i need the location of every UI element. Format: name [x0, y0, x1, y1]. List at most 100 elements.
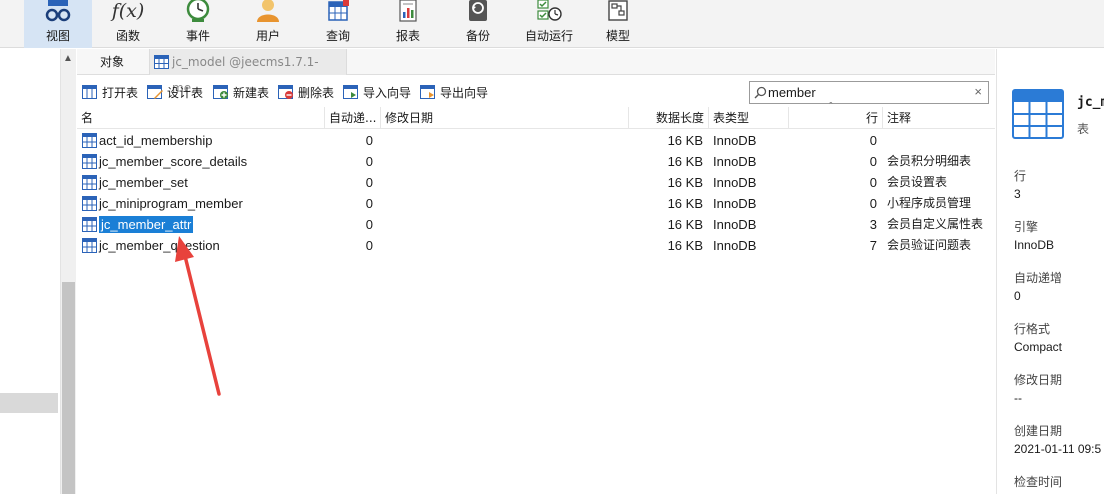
new-table-button[interactable]: 新建表 [213, 84, 269, 102]
column-header-modified-date[interactable]: 修改日期 [381, 107, 629, 129]
info-object-kind: 表 [1077, 122, 1090, 136]
open-table-label: 打开表 [102, 86, 139, 100]
table-row[interactable]: jc_member_attr 0 16 KB InnoDB 3 会员自定义属性表 [77, 214, 995, 235]
ribbon-report-label: 报表 [395, 29, 420, 43]
table-icon [154, 55, 169, 69]
function-icon: f(x) [108, 0, 148, 22]
row-auto-increment: 0 [365, 175, 373, 190]
table-row-icon [82, 154, 97, 169]
row-data-length: 16 KB [667, 238, 703, 253]
row-data-length: 16 KB [667, 133, 703, 148]
navigation-scrollbar[interactable]: ▲ [60, 49, 76, 494]
navigation-selected-item[interactable] [0, 393, 58, 413]
scroll-up-icon[interactable]: ▲ [63, 53, 73, 64]
table-row-icon [82, 238, 97, 253]
object-info-pane: jc_m 表 行 3 引擎 InnoDB 自动递增 0 行格式 Compact 修改日期 -- 创建… [996, 49, 1104, 494]
delete-table-label: 删除表 [298, 86, 335, 100]
row-name-cell[interactable]: jc_member_attr [77, 214, 325, 235]
object-search-input[interactable] [768, 84, 964, 101]
table-row-icon [82, 217, 97, 232]
delete-table-button[interactable]: 删除表 [278, 84, 334, 102]
row-auto-increment: 0 [365, 217, 373, 232]
table-row[interactable]: jc_member_set 0 16 KB InnoDB 0 会员设置表 [77, 172, 995, 193]
design-table-button[interactable]: 设计表 [147, 84, 203, 102]
import-wizard-button[interactable]: 导入向导 [343, 84, 411, 102]
column-header-rows[interactable]: 行 [789, 107, 883, 129]
row-table-type: InnoDB [713, 217, 757, 232]
ribbon-user-label: 用户 [255, 29, 280, 43]
tab-objects[interactable]: 对象 [77, 49, 147, 75]
ribbon-event-button[interactable]: 事件 [164, 0, 232, 48]
table-row[interactable]: jc_member_score_details 0 16 KB InnoDB 0 会员积分… [77, 151, 995, 172]
info-property-label: 自动递增 [1014, 271, 1063, 285]
open-table-button[interactable]: 打开表 [82, 84, 138, 102]
row-modified-date [381, 214, 629, 235]
row-modified-date [381, 235, 629, 256]
import-icon [343, 85, 358, 99]
row-table-name: jc_member_question [99, 238, 220, 253]
info-property-label: 行 [1014, 169, 1027, 183]
row-count: 0 [869, 133, 877, 148]
table-large-icon [1012, 89, 1064, 139]
navigation-pane[interactable] [0, 49, 60, 494]
row-name-cell[interactable]: jc_miniprogram_member [77, 193, 325, 214]
ribbon-auto-run-button[interactable]: 自动运行 [514, 0, 584, 48]
table-row[interactable]: jc_miniprogram_member 0 16 KB InnoDB 0 小程序成员管… [77, 193, 995, 214]
tab-bar: 对象 jc_model @jeecms1.7.1-me... [77, 49, 995, 95]
info-property-value: Compact [1014, 340, 1063, 354]
table-row-icon [82, 133, 97, 148]
column-header-comment[interactable]: 注释 [883, 107, 995, 129]
ribbon-view-button[interactable]: 视图 [24, 0, 92, 48]
ribbon-user-button[interactable]: 用户 [234, 0, 302, 48]
export-wizard-button[interactable]: 导出向导 [420, 84, 488, 102]
info-property-value: 0 [1014, 289, 1021, 303]
table-row[interactable]: jc_member_question 0 16 KB InnoDB 7 会员验证问题表 [77, 235, 995, 256]
ribbon-query-button[interactable]: 查询 [304, 0, 372, 48]
row-table-type: InnoDB [713, 175, 757, 190]
row-data-length: 16 KB [667, 217, 703, 232]
row-table-name: act_id_membership [99, 133, 213, 148]
column-header-data-length[interactable]: 数据长度 [629, 107, 709, 129]
new-table-icon [213, 85, 228, 99]
info-property-value: 2021-01-11 09:5 [1014, 442, 1102, 456]
row-data-length: 16 KB [667, 175, 703, 190]
object-search-box[interactable]: × [749, 81, 989, 104]
row-comment: 小程序成员管理 [887, 196, 972, 210]
row-comment: 会员验证问题表 [887, 238, 972, 252]
row-name-cell[interactable]: jc_member_set [77, 172, 325, 193]
ribbon-report-button[interactable]: 报表 [374, 0, 442, 48]
info-table-name: jc_m [1077, 95, 1104, 110]
column-header-table-type[interactable]: 表类型 [709, 107, 789, 129]
row-table-type: InnoDB [713, 238, 757, 253]
row-name-cell[interactable]: jc_member_score_details [77, 151, 325, 172]
row-table-name: jc_member_score_details [99, 154, 248, 169]
column-header-auto-increment[interactable]: 自动递... [325, 107, 381, 129]
table-row-icon [82, 196, 97, 211]
ribbon-view-label: 视图 [45, 29, 70, 43]
delete-table-icon [278, 85, 293, 99]
row-auto-increment: 0 [365, 238, 373, 253]
ribbon-function-button[interactable]: f(x) 函数 [94, 0, 162, 48]
table-row[interactable]: act_id_membership 0 16 KB InnoDB 0 [77, 130, 995, 151]
new-table-label: 新建表 [233, 86, 270, 100]
row-data-length: 16 KB [667, 154, 703, 169]
column-header-name[interactable]: 名 [77, 107, 325, 129]
row-table-type: InnoDB [713, 196, 757, 211]
clear-search-icon[interactable]: × [974, 84, 982, 99]
ribbon-model-label: 模型 [605, 29, 630, 43]
open-table-icon [82, 85, 97, 99]
row-table-name: jc_miniprogram_member [99, 196, 243, 211]
query-icon [328, 0, 349, 21]
ribbon-function-label: 函数 [115, 29, 140, 43]
row-name-cell[interactable]: act_id_membership [77, 130, 325, 151]
row-auto-increment: 0 [365, 154, 373, 169]
row-modified-date [381, 193, 629, 214]
info-property-label: 行格式 [1014, 322, 1051, 336]
tab-table-design[interactable]: jc_model @jeecms1.7.1-me... [149, 49, 347, 95]
ribbon-backup-button[interactable]: 备份 [444, 0, 512, 48]
row-name-cell[interactable]: jc_member_question [77, 235, 325, 256]
ribbon-model-button[interactable]: 模型 [584, 0, 652, 48]
auto-run-icon [537, 0, 562, 21]
navigation-scrollbar-thumb[interactable] [62, 282, 75, 494]
report-icon [399, 0, 417, 22]
